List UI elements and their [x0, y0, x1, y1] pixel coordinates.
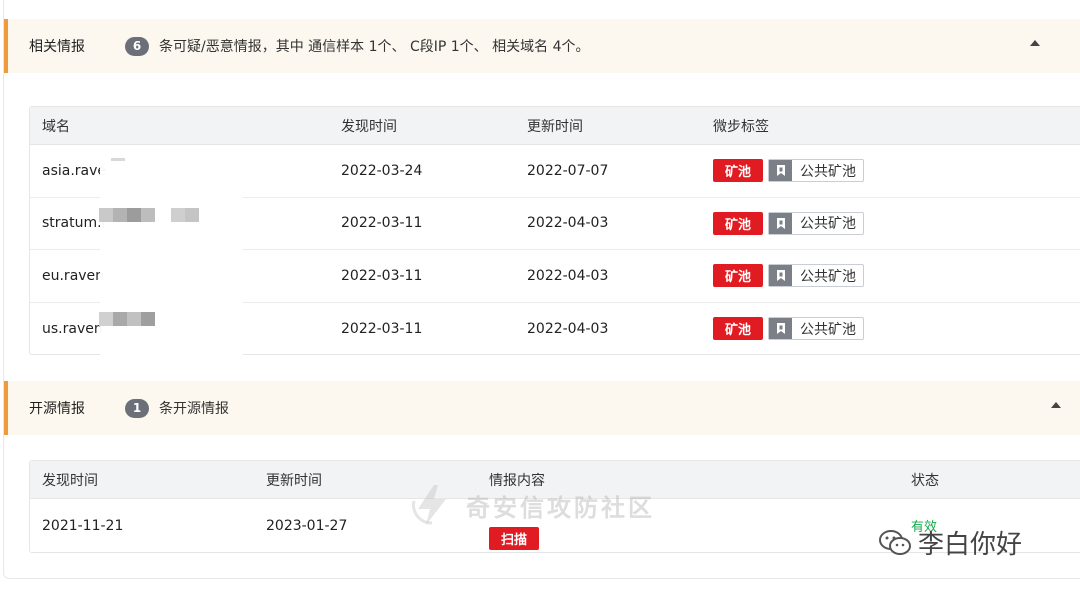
wechat-icon [879, 529, 911, 555]
found-cell: 2022-03-24 [341, 162, 423, 179]
mining-pool-tag[interactable]: 矿池 [713, 317, 764, 341]
tag-label: 公共矿池 [800, 268, 857, 285]
public-pool-tag[interactable]: 公共矿池 [768, 264, 865, 288]
found-cell: 2022-03-11 [341, 320, 423, 337]
table-header: 域名 发现时间 更新时间 微步标签 [30, 107, 1080, 145]
tag-cell: 矿池 公共矿池 [713, 145, 865, 197]
bookmark-icon [769, 318, 793, 340]
mining-pool-tag[interactable]: 矿池 [713, 159, 764, 183]
bookmark-icon [769, 265, 793, 287]
col-updated: 更新时间 [527, 118, 583, 135]
redaction-pixel [127, 312, 141, 326]
redaction-pixel [113, 208, 127, 222]
found-cell: 2021-11-21 [42, 517, 124, 534]
redaction-pixel [185, 208, 199, 222]
updated-cell: 2022-04-03 [527, 320, 609, 337]
public-pool-tag[interactable]: 公共矿池 [768, 317, 865, 341]
found-cell: 2022-03-11 [341, 215, 423, 232]
tag-label: 公共矿池 [800, 321, 857, 338]
opensource-intel-header[interactable]: 开源情报 1 条开源情报 [4, 381, 1080, 435]
found-cell: 2022-03-11 [341, 267, 423, 284]
col-found: 发现时间 [341, 118, 397, 135]
redaction-pixel [99, 208, 113, 222]
scan-tag[interactable]: 扫描 [489, 527, 540, 550]
table-header: 发现时间 更新时间 情报内容 状态 [30, 461, 1080, 499]
col-status: 状态 [911, 472, 939, 489]
section-desc: 条开源情报 [159, 401, 229, 417]
caret-up-icon[interactable] [1051, 402, 1061, 408]
wechat-signature: 李白你好 [878, 524, 1022, 561]
tag-cell: 矿池 公共矿池 [713, 303, 865, 356]
tag-cell: 矿池 公共矿池 [713, 250, 865, 302]
redaction-pixel [111, 158, 125, 161]
content-cell: 扫描 [489, 499, 540, 552]
col-content: 情报内容 [489, 472, 545, 489]
related-intel-header[interactable]: 相关情报 6 条可疑/恶意情报，其中 通信样本 1个、 C段IP 1个、 相关域… [4, 19, 1080, 73]
updated-cell: 2022-04-03 [527, 267, 609, 284]
domain-cell[interactable]: stratum.r [42, 198, 107, 250]
tag-cell: 矿池 公共矿池 [713, 198, 865, 250]
redaction-pixel [127, 208, 141, 222]
count-badge: 6 [125, 36, 149, 56]
domain-cell[interactable]: us.raven [42, 303, 103, 356]
updated-cell: 2023-01-27 [266, 517, 348, 534]
section-desc: 条可疑/恶意情报，其中 通信样本 1个、 C段IP 1个、 相关域名 4个。 [159, 39, 590, 55]
caret-up-icon[interactable] [1030, 40, 1040, 46]
col-updated: 更新时间 [266, 472, 322, 489]
mining-pool-tag[interactable]: 矿池 [713, 264, 764, 288]
count-badge: 1 [125, 398, 149, 418]
tag-label: 公共矿池 [800, 163, 857, 180]
redaction-pixel [99, 312, 113, 326]
section-title: 相关情报 [29, 39, 85, 55]
col-domain: 域名 [42, 118, 70, 135]
redaction-pixel [141, 312, 155, 326]
redaction-pixel [141, 208, 155, 222]
public-pool-tag[interactable]: 公共矿池 [768, 159, 865, 183]
section-title: 开源情报 [29, 401, 85, 417]
tag-label: 公共矿池 [800, 216, 857, 233]
mining-pool-tag[interactable]: 矿池 [713, 211, 764, 235]
domain-cell[interactable]: asia.rave [42, 145, 106, 197]
public-pool-tag[interactable]: 公共矿池 [768, 211, 865, 235]
redaction-pixel [171, 208, 185, 222]
bookmark-icon [769, 160, 793, 182]
col-tags: 微步标签 [713, 118, 769, 135]
updated-cell: 2022-07-07 [527, 162, 609, 179]
col-found: 发现时间 [42, 472, 98, 489]
wechat-name: 李白你好 [918, 530, 1023, 560]
domain-cell[interactable]: eu.raven [42, 250, 104, 302]
bookmark-icon [769, 212, 793, 234]
redaction-pixel [113, 312, 127, 326]
updated-cell: 2022-04-03 [527, 215, 609, 232]
